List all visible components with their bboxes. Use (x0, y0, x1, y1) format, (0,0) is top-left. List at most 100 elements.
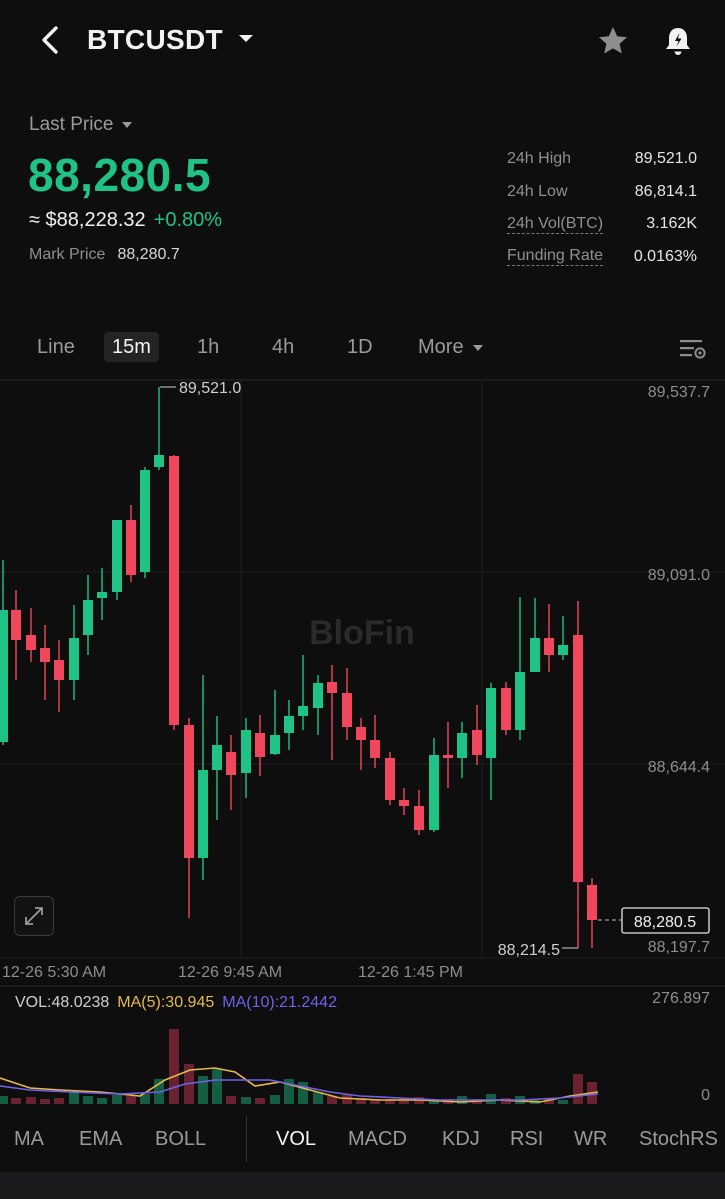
indicator-ema[interactable]: EMA (79, 1128, 122, 1151)
volume-legend: VOL:48.0238 MA(5):30.945 MA(10):21.2442 (15, 994, 337, 1012)
interval-tabs: Line 15m 1h 4h 1D More (0, 326, 725, 370)
volume-bar (226, 1096, 236, 1104)
price-change-percent: +0.80% (153, 209, 223, 231)
volume-bar (0, 1096, 8, 1104)
candle-body (112, 520, 122, 592)
volume-bar (573, 1074, 583, 1104)
watermark-logo: BloFin (309, 614, 415, 652)
volume-bar (69, 1092, 79, 1104)
tab-more[interactable]: More (418, 332, 484, 362)
indicator-vol[interactable]: VOL (276, 1128, 316, 1151)
last-price-selector[interactable]: Last Price (29, 114, 133, 136)
volume-bar (97, 1098, 107, 1104)
low-marker: 88,214.5 (498, 942, 560, 959)
candle-body (544, 638, 554, 655)
caret-down-icon[interactable] (236, 28, 256, 48)
volume-bar (342, 1095, 352, 1104)
indicator-rsi[interactable]: RSI (510, 1128, 543, 1151)
candle-body (327, 682, 337, 693)
time-tick: 12-26 9:45 AM (178, 964, 282, 981)
indicator-macd[interactable]: MACD (348, 1128, 407, 1151)
candle-body (472, 730, 482, 755)
stat-label: 24h Low (507, 182, 568, 200)
candle-body (530, 638, 540, 672)
top-bar: BTCUSDT (0, 0, 725, 82)
volume-bar (112, 1095, 122, 1104)
candles-group (0, 387, 597, 948)
volume-bar (486, 1094, 496, 1104)
chart-settings-icon[interactable] (678, 337, 708, 361)
candle-body (198, 770, 208, 858)
stat-label[interactable]: 24h Vol(BTC) (507, 215, 604, 234)
price-alert-bell-icon[interactable] (662, 24, 694, 58)
volume-bar (11, 1098, 21, 1104)
mark-price-label: Mark Price (29, 246, 106, 263)
star-icon[interactable] (596, 24, 630, 58)
tab-1d[interactable]: 1D (347, 332, 373, 362)
volume-bar (558, 1100, 568, 1104)
indicator-wr[interactable]: WR (574, 1128, 607, 1151)
price-tick: 89,091.0 (648, 567, 710, 584)
volume-bar (169, 1029, 179, 1104)
tab-15m[interactable]: 15m (104, 332, 159, 362)
stat-value: 3.162K (646, 215, 697, 233)
stat-row-24h-vol: 24h Vol(BTC) 3.162K (507, 208, 697, 241)
tab-1h[interactable]: 1h (197, 332, 219, 362)
candle-body (0, 610, 8, 742)
candle-body (587, 885, 597, 920)
stat-value: 0.0163% (633, 247, 697, 265)
candle-body (40, 648, 50, 662)
last-price-label: Last Price (29, 114, 114, 136)
back-arrow-icon[interactable] (34, 22, 70, 58)
indicator-kdj[interactable]: KDJ (442, 1128, 480, 1151)
stat-row-funding-rate: Funding Rate 0.0163% (507, 241, 697, 274)
indicator-boll[interactable]: BOLL (155, 1128, 206, 1151)
current-price-tag-text: 88,280.5 (634, 914, 696, 931)
indicator-ma[interactable]: MA (14, 1128, 44, 1151)
candle-body (385, 758, 395, 800)
candle-body (399, 800, 409, 806)
stat-label[interactable]: Funding Rate (507, 247, 604, 267)
candle-body (97, 592, 107, 598)
tab-4h[interactable]: 4h (272, 332, 294, 362)
volume-bar (270, 1095, 280, 1104)
stat-label: 24h High (507, 150, 572, 168)
stat-row-24h-low: 24h Low 86,814.1 (507, 176, 697, 209)
high-marker: 89,521.0 (179, 380, 241, 397)
symbol-title[interactable]: BTCUSDT (87, 24, 223, 56)
candle-body (342, 693, 352, 727)
indicator-bar: MA EMA BOLL VOL MACD KDJ RSI WR StochRS (0, 1116, 725, 1164)
candle-body (140, 470, 150, 572)
stat-value: 89,521.0 (634, 150, 697, 168)
price-tick: 89,537.7 (648, 384, 710, 401)
candle-body (515, 672, 525, 730)
volume-bar (54, 1098, 64, 1104)
volume-tick: 276.897 (652, 990, 710, 1007)
volume-ma5: MA(5):30.945 (117, 994, 215, 1011)
candle-body (54, 660, 64, 680)
24h-stats: 24h High 89,521.0 24h Low 86,814.1 24h V… (507, 143, 697, 273)
expand-fullscreen-icon[interactable] (14, 896, 54, 936)
candle-body (226, 752, 236, 775)
volume-bar (241, 1097, 251, 1104)
candle-body (26, 635, 36, 650)
time-tick: 12-26 5:30 AM (2, 964, 106, 981)
volume-bar (126, 1096, 136, 1104)
candle-body (154, 455, 164, 467)
volume-bar (255, 1098, 265, 1104)
candle-body (212, 745, 222, 770)
last-price-value: 88,280.5 (28, 149, 212, 201)
candle-body (313, 683, 323, 708)
volume-bar (26, 1097, 36, 1104)
stat-row-24h-high: 24h High 89,521.0 (507, 143, 697, 176)
caret-down-icon (472, 344, 483, 351)
price-tick: 88,197.7 (648, 939, 710, 956)
candle-body (284, 716, 294, 733)
indicator-stochrsi[interactable]: StochRS (639, 1128, 718, 1151)
tab-line[interactable]: Line (37, 332, 75, 362)
volume-bar (212, 1069, 222, 1104)
candle-body (126, 520, 136, 575)
candle-body (356, 727, 366, 740)
candle-body (558, 645, 568, 655)
volume-ma10: MA(10):21.2442 (222, 994, 337, 1011)
